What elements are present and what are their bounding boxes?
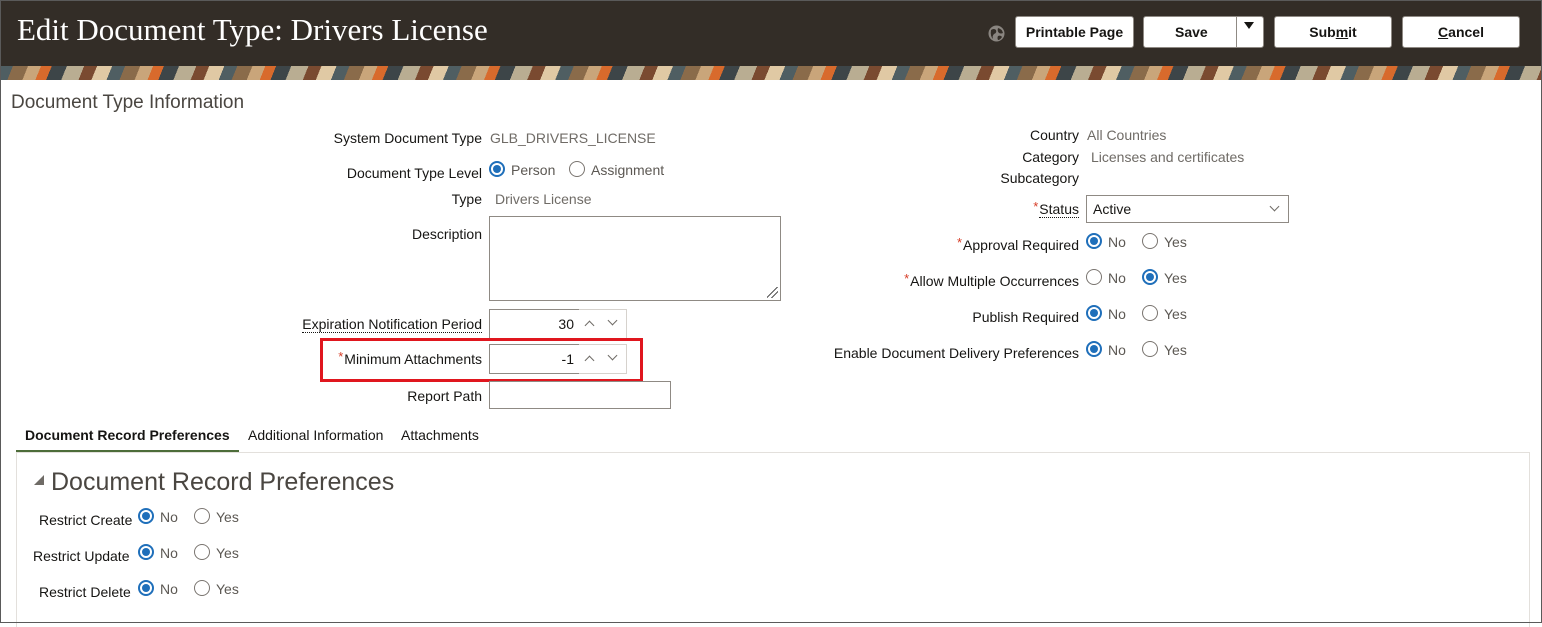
level-person-label: Person — [511, 162, 556, 178]
save-label: Save — [1175, 24, 1208, 40]
save-button[interactable]: Save — [1143, 16, 1264, 48]
delivery-yes-radio[interactable] — [1142, 341, 1158, 357]
expiration-spinner — [579, 309, 627, 339]
submit-label-part: Sub — [1309, 24, 1336, 40]
save-split-divider — [1236, 17, 1237, 47]
printable-page-button[interactable]: Printable Page — [1015, 16, 1134, 48]
expiration-notification-period-label: Expiration Notification Period — [302, 316, 482, 333]
description-label: Description — [411, 226, 482, 242]
status-select[interactable]: Active — [1086, 195, 1289, 223]
level-assignment-radio[interactable] — [569, 161, 585, 177]
restrict-create-label: Restrict Create — [39, 512, 133, 528]
allow-multiple-occurrences-label: *Allow Multiple Occurrences — [904, 271, 1079, 289]
restrict-create-no-label: No — [160, 509, 178, 525]
approval-no-radio[interactable] — [1086, 233, 1102, 249]
tab-additional-information[interactable]: Additional Information — [248, 427, 383, 443]
publish-yes-label: Yes — [1164, 306, 1187, 322]
country-value: All Countries — [1087, 127, 1167, 143]
multiple-yes-label: Yes — [1164, 270, 1187, 286]
submit-button[interactable]: Sub m it — [1274, 16, 1392, 48]
restrict-delete-yes-radio[interactable] — [194, 580, 210, 596]
required-asterisk: * — [1033, 199, 1039, 214]
publish-no-radio[interactable] — [1086, 305, 1102, 321]
description-textarea[interactable] — [489, 216, 781, 301]
restrict-delete-yes-label: Yes — [216, 581, 239, 597]
required-asterisk: * — [904, 271, 910, 286]
publish-yes-radio[interactable] — [1142, 305, 1158, 321]
delivery-yes-label: Yes — [1164, 342, 1187, 358]
highlight-box — [320, 338, 643, 382]
submit-accesskey: m — [1335, 24, 1349, 40]
submit-label-part: it — [1348, 24, 1357, 40]
category-label: Category — [1022, 149, 1079, 165]
restrict-update-yes-label: Yes — [216, 545, 239, 561]
restrict-update-no-radio[interactable] — [138, 544, 154, 560]
decorative-banner — [0, 66, 1542, 80]
tab-attachments[interactable]: Attachments — [401, 427, 479, 443]
restrict-create-yes-label: Yes — [216, 509, 239, 525]
publish-required-label: Publish Required — [972, 309, 1079, 325]
expiration-label-text: Expiration Notification Period — [302, 316, 482, 333]
resize-grip-icon[interactable] — [767, 287, 778, 298]
system-document-type-label: System Document Type — [333, 130, 482, 146]
page-title: Edit Document Type: Drivers License — [17, 12, 488, 47]
approval-yes-label: Yes — [1164, 234, 1187, 250]
type-label: Type — [451, 191, 482, 207]
approval-no-label: No — [1108, 234, 1126, 250]
subcategory-label: Subcategory — [1000, 170, 1079, 186]
cancel-label-part: ancel — [1448, 24, 1484, 40]
approval-required-label-text: Approval Required — [963, 237, 1079, 253]
status-label: *Status — [1033, 199, 1079, 218]
restrict-update-label: Restrict Update — [33, 548, 130, 564]
section-title: Document Type Information — [11, 92, 245, 113]
approval-yes-radio[interactable] — [1142, 233, 1158, 249]
chevron-down-icon[interactable] — [607, 315, 618, 326]
restrict-create-yes-radio[interactable] — [194, 508, 210, 524]
status-label-text: Status — [1039, 201, 1079, 218]
globe-icon[interactable] — [988, 25, 1005, 42]
system-document-type-value: GLB_DRIVERS_LICENSE — [490, 130, 656, 146]
category-value: Licenses and certificates — [1091, 149, 1245, 165]
save-menu-chevron-down-icon[interactable] — [1244, 22, 1254, 29]
delivery-no-radio[interactable] — [1086, 341, 1102, 357]
type-value: Drivers License — [495, 191, 592, 207]
country-label: Country — [1029, 127, 1079, 143]
publish-no-label: No — [1108, 306, 1126, 322]
cancel-button[interactable]: Cancel — [1402, 16, 1520, 48]
restrict-delete-label: Restrict Delete — [39, 584, 131, 600]
report-path-input[interactable] — [489, 381, 671, 409]
enable-delivery-preferences-label: Enable Document Delivery Preferences — [833, 345, 1079, 361]
tab-document-record-preferences[interactable]: Document Record Preferences — [25, 427, 230, 443]
cancel-accesskey: C — [1438, 24, 1449, 40]
restrict-delete-no-label: No — [160, 581, 178, 597]
restrict-create-no-radio[interactable] — [138, 508, 154, 524]
delivery-no-label: No — [1108, 342, 1126, 358]
multiple-no-radio[interactable] — [1086, 269, 1102, 285]
expiration-notification-period-input[interactable]: 30 — [489, 309, 579, 339]
required-asterisk: * — [956, 235, 963, 250]
report-path-label: Report Path — [407, 388, 482, 404]
panel-title: Document Record Preferences — [51, 468, 395, 496]
allow-multiple-label-text: Allow Multiple Occurrences — [910, 273, 1079, 289]
chevron-up-icon[interactable] — [584, 320, 595, 331]
approval-required-label: *Approval Required — [956, 235, 1079, 253]
document-type-level-label: Document Type Level — [346, 165, 482, 181]
multiple-yes-radio[interactable] — [1142, 269, 1158, 285]
restrict-update-no-label: No — [160, 545, 178, 561]
collapse-triangle-icon[interactable] — [34, 475, 44, 485]
level-assignment-label: Assignment — [591, 162, 665, 178]
multiple-no-label: No — [1108, 270, 1126, 286]
restrict-update-yes-radio[interactable] — [194, 544, 210, 560]
restrict-delete-no-radio[interactable] — [138, 580, 154, 596]
status-selected-value: Active — [1093, 201, 1132, 217]
chevron-down-icon — [1269, 201, 1280, 212]
level-person-radio[interactable] — [489, 161, 505, 177]
